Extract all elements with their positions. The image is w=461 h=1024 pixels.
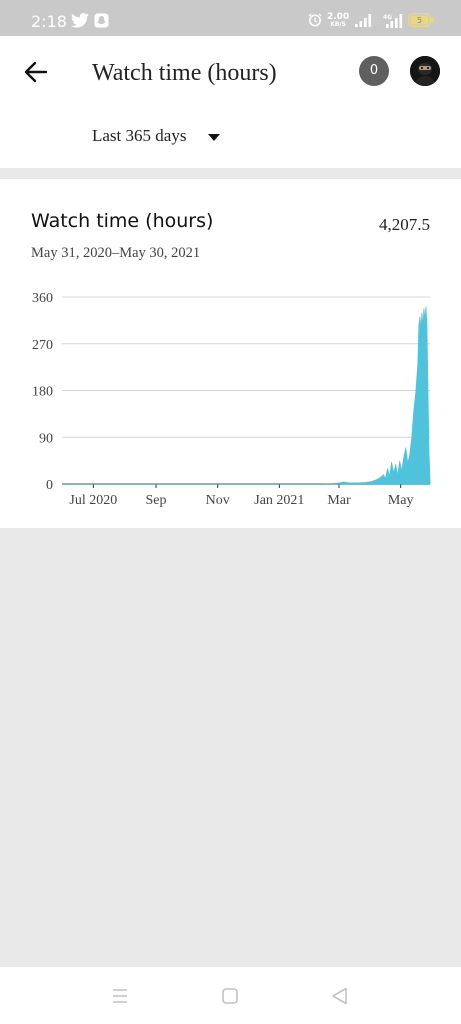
home-square-icon[interactable] (218, 985, 242, 1007)
svg-text:5: 5 (417, 16, 422, 25)
caret-down-icon[interactable] (208, 134, 220, 141)
date-range-selector[interactable]: Last 365 days (92, 126, 186, 146)
y-tick-label: 90 (39, 431, 53, 446)
y-tick-label: 270 (32, 338, 53, 353)
signal-4g-icon: 4G (383, 13, 403, 33)
battery-icon: 5 (408, 13, 434, 32)
svg-text:4G: 4G (383, 14, 392, 21)
twitter-icon (71, 13, 89, 33)
watch-time-card: Watch time (hours) 4,207.5 May 31, 2020–… (0, 179, 461, 528)
x-tick-label: Mar (327, 493, 351, 508)
avatar[interactable] (410, 56, 440, 86)
x-tick-label: Jul 2020 (69, 493, 117, 508)
card-title: Watch time (hours) (31, 210, 213, 232)
menu-icon[interactable] (108, 985, 132, 1007)
y-tick-label: 0 (46, 478, 53, 493)
notification-badge[interactable]: 0 (359, 56, 389, 86)
arrow-left-icon[interactable] (22, 58, 50, 86)
watch-time-chart: 0 90 180 270 360 Jul 2020 Sep Nov Jan 2021 Mar May (0, 279, 461, 519)
status-time: 2:18 (31, 12, 67, 31)
back-triangle-icon[interactable] (328, 985, 352, 1007)
x-tick-label: Nov (206, 493, 230, 508)
status-bar: 2:18 2.00 KB/S 4G 5 (0, 0, 461, 36)
y-tick-label: 360 (32, 291, 53, 306)
page-title: Watch time (hours) (92, 60, 277, 87)
alarm-icon (308, 13, 322, 32)
system-nav-bar (0, 967, 461, 1024)
signal-icon (355, 13, 373, 32)
card-total: 4,207.5 (379, 215, 430, 235)
app-header: Watch time (hours) 0 Last 365 days (0, 36, 461, 168)
network-speed: 2.00 KB/S (327, 13, 349, 29)
snapchat-icon (94, 13, 109, 33)
x-tick-label: Sep (146, 493, 167, 508)
y-tick-label: 180 (32, 385, 53, 400)
x-tick-label: Jan 2021 (254, 493, 304, 508)
x-tick-label: May (388, 493, 414, 508)
card-date-range: May 31, 2020–May 30, 2021 (31, 245, 200, 262)
watch-time-area (62, 306, 430, 484)
